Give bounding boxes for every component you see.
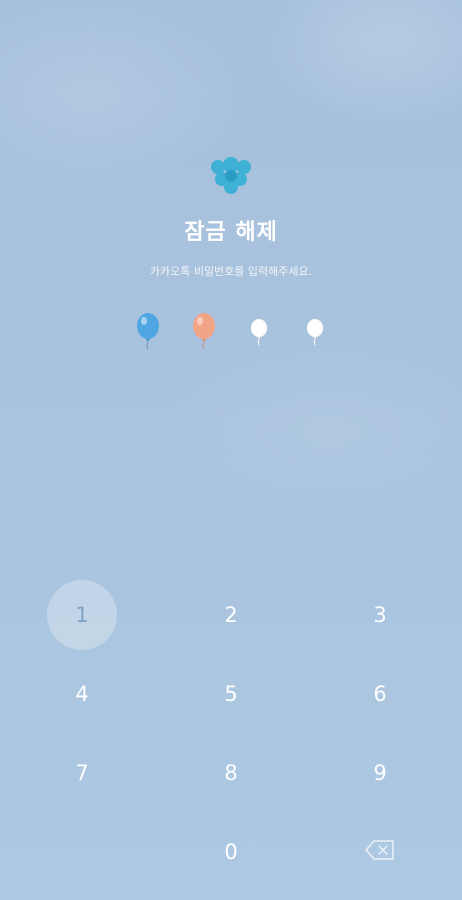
backspace-icon xyxy=(365,840,395,864)
key-7[interactable]: 7 xyxy=(47,738,117,808)
backspace-button[interactable] xyxy=(345,817,415,887)
key-6[interactable]: 6 xyxy=(345,659,415,729)
page-title: 잠금 해제 xyxy=(184,220,278,245)
key-9[interactable]: 9 xyxy=(345,738,415,808)
key-0[interactable]: 0 xyxy=(196,817,266,887)
pin-indicator-filled xyxy=(134,312,162,350)
pin-indicator-filled xyxy=(190,312,218,350)
key-4[interactable]: 4 xyxy=(47,659,117,729)
balloon-cluster-icon xyxy=(208,154,254,198)
numeric-keypad: 1 2 3 4 5 6 7 8 9 0 xyxy=(0,578,462,894)
page-subtitle: 카카오톡 비밀번호를 입력해주세요. xyxy=(149,265,313,278)
pin-indicator-empty xyxy=(249,318,269,346)
key-1[interactable]: 1 xyxy=(47,580,117,650)
key-5[interactable]: 5 xyxy=(196,659,266,729)
pin-indicator-row xyxy=(0,312,462,352)
key-3[interactable]: 3 xyxy=(345,580,415,650)
pin-indicator-empty xyxy=(305,318,325,346)
key-8[interactable]: 8 xyxy=(196,738,266,808)
key-2[interactable]: 2 xyxy=(196,580,266,650)
